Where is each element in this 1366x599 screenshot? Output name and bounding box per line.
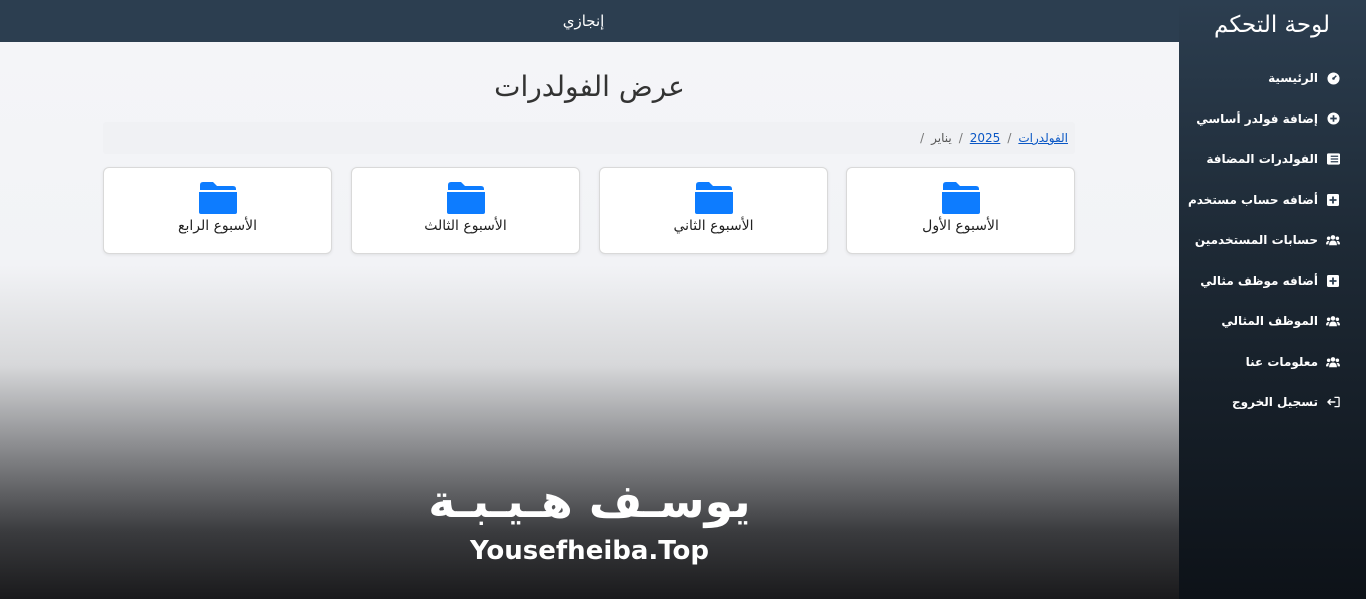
sidebar-title: لوحة التحكم [1214, 12, 1330, 38]
folder-icon [198, 182, 237, 214]
sidebar-item-home[interactable]: الرئيسية [1179, 58, 1366, 99]
folder-card-week-1[interactable]: الأسبوع الأول [846, 167, 1075, 254]
folder-card-week-4[interactable]: الأسبوع الرابع [103, 167, 332, 254]
sidebar-item-label: الرئيسية [1268, 71, 1318, 86]
sidebar-item-user-accounts[interactable]: حسابات المستخدمين [1179, 220, 1366, 261]
sidebar: لوحة التحكم الرئيسية إضافة فولدر أساسي ا… [1179, 0, 1366, 599]
folder-grid: الأسبوع الأول الأسبوع الثاني الأسبوع الث… [103, 167, 1075, 255]
folder-icon [941, 182, 980, 214]
sidebar-item-label: تسجيل الخروج [1232, 395, 1318, 410]
breadcrumb-separator: / [1007, 131, 1012, 145]
sidebar-item-label: الموظف المثالي [1221, 314, 1318, 329]
plus-square-icon [1326, 274, 1340, 288]
sidebar-item-added-folders[interactable]: الفولدرات المضافة [1179, 139, 1366, 180]
users-icon [1326, 233, 1340, 247]
list-icon [1326, 152, 1340, 166]
brand-name[interactable]: إنجازي [563, 12, 605, 30]
folder-label: الأسبوع الثاني [673, 218, 754, 234]
sidebar-item-add-folder[interactable]: إضافة فولدر أساسي [1179, 99, 1366, 140]
sidebar-item-add-user[interactable]: أضافه حساب مستخدم [1179, 180, 1366, 221]
sidebar-item-label: حسابات المستخدمين [1194, 233, 1318, 248]
users-icon [1326, 355, 1340, 369]
breadcrumb-current: يناير [931, 131, 952, 145]
breadcrumb-separator: / [958, 131, 963, 145]
sidebar-item-ideal-employee[interactable]: الموظف المثالي [1179, 301, 1366, 342]
sidebar-item-label: أضافه حساب مستخدم [1187, 192, 1318, 207]
top-navbar: إنجازي [0, 0, 1179, 42]
breadcrumb-link-year[interactable]: 2025 [970, 131, 1001, 145]
sidebar-item-logout[interactable]: تسجيل الخروج [1179, 382, 1366, 423]
breadcrumb-separator: / [920, 131, 925, 145]
folder-label: الأسبوع الرابع [178, 218, 257, 234]
sidebar-nav: الرئيسية إضافة فولدر أساسي الفولدرات الم… [1179, 58, 1366, 423]
folder-icon [694, 182, 733, 214]
watermark-arabic: يوسـف هـيـبـة [428, 474, 751, 528]
plus-square-icon [1326, 193, 1340, 207]
sidebar-item-label: إضافة فولدر أساسي [1196, 111, 1318, 126]
breadcrumb: الفولدرات / 2025 / يناير / [103, 122, 1075, 154]
folder-card-week-2[interactable]: الأسبوع الثاني [599, 167, 828, 254]
page-title: عرض الفولدرات [494, 70, 685, 103]
dashboard-icon [1326, 71, 1340, 85]
sidebar-item-label: أضافه موظف مثالي [1200, 273, 1318, 288]
sidebar-item-label: معلومات عنا [1245, 354, 1318, 369]
folder-label: الأسبوع الأول [922, 218, 999, 234]
folder-icon [446, 182, 485, 214]
watermark-latin: Yousefheiba.Top [469, 536, 710, 566]
plus-circle-icon [1326, 112, 1340, 126]
breadcrumb-link-folders[interactable]: الفولدرات [1018, 131, 1068, 145]
folder-card-week-3[interactable]: الأسبوع الثالث [351, 167, 580, 254]
users-icon [1326, 314, 1340, 328]
logout-icon [1326, 395, 1340, 409]
folder-label: الأسبوع الثالث [424, 218, 507, 234]
sidebar-item-label: الفولدرات المضافة [1206, 152, 1318, 167]
sidebar-item-add-employee[interactable]: أضافه موظف مثالي [1179, 261, 1366, 302]
sidebar-item-about[interactable]: معلومات عنا [1179, 342, 1366, 383]
